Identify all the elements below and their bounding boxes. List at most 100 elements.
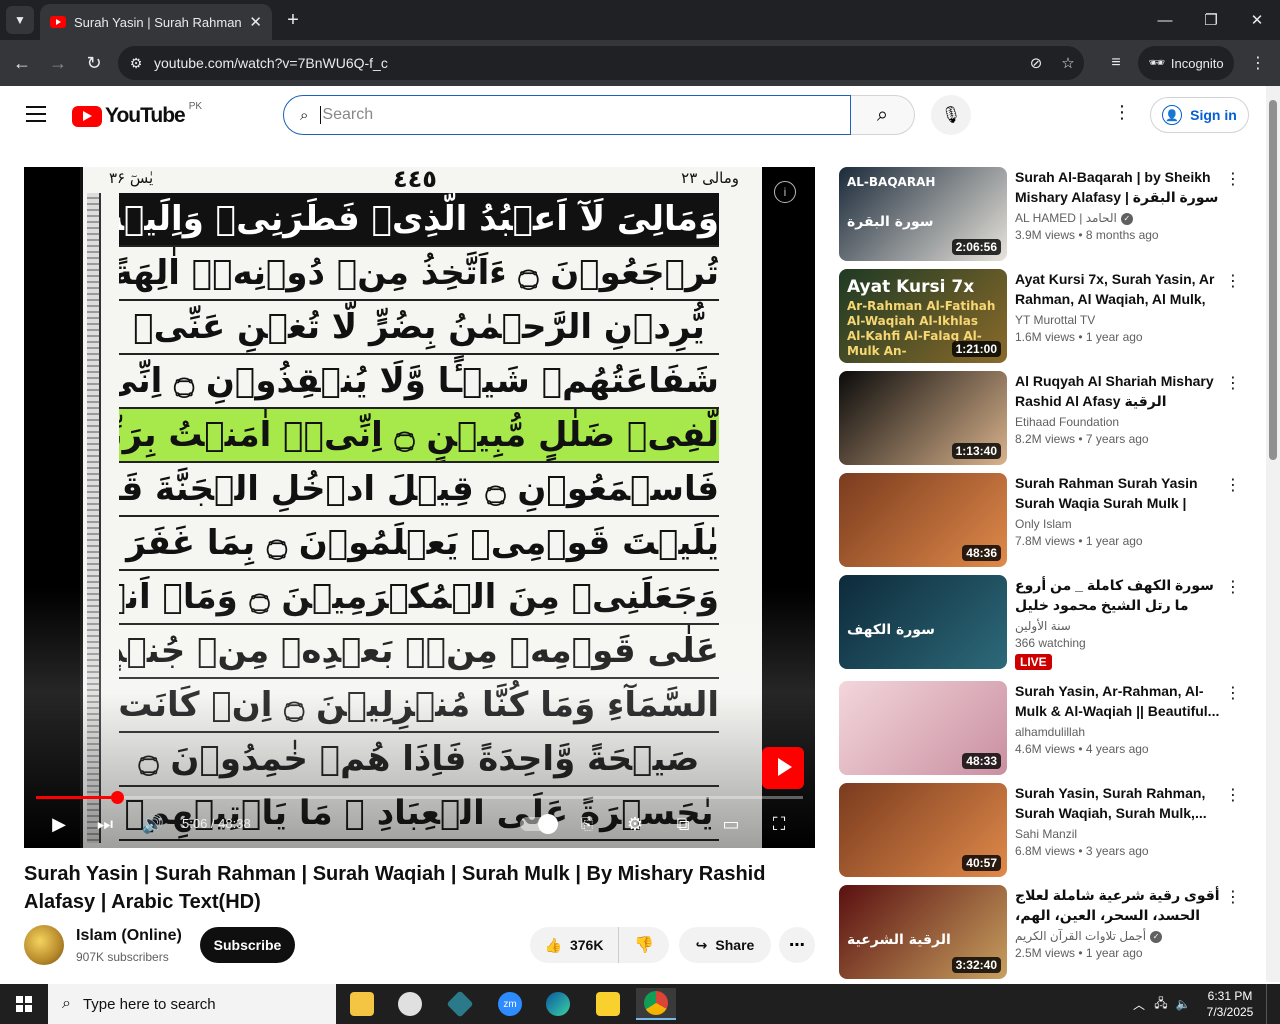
zoom-app[interactable]: zm [490, 988, 530, 1020]
address-bar[interactable]: ⚙ youtube.com/watch?v=7BnWU6Q-f_c ⊘ ☆ [118, 46, 1084, 80]
more-options-icon[interactable]: ⋮ [1223, 169, 1243, 193]
recommendation-channel[interactable]: سنة الأولين [1015, 619, 1221, 633]
scrollbar-thumb[interactable] [1269, 100, 1277, 460]
edge-app[interactable] [538, 988, 578, 1020]
incognito-indicator[interactable]: 🕶 Incognito [1138, 46, 1234, 80]
subscribe-button[interactable]: Subscribe [200, 927, 295, 963]
video-thumbnail[interactable]: 48:36 [839, 473, 1007, 567]
show-desktop-button[interactable] [1266, 984, 1280, 1024]
more-options-icon[interactable]: ⋮ [1223, 475, 1243, 499]
recommendation-item[interactable]: 1:13:40 Al Ruqyah Al Shariah Mishary Rash… [839, 371, 1249, 465]
more-actions-button[interactable]: ⋯ [779, 927, 815, 963]
recommendation-title[interactable]: Surah Rahman Surah Yasin Surah Waqia Sur… [1015, 473, 1221, 513]
more-options-icon[interactable]: ⋮ [1223, 887, 1243, 911]
recommendation-channel[interactable]: Sahi Manzil [1015, 827, 1221, 841]
autoplay-toggle[interactable] [520, 814, 558, 834]
volume-icon[interactable]: 🔈 [1172, 997, 1194, 1011]
dev-app[interactable] [440, 988, 480, 1020]
fullscreen-button[interactable]: ⛶ [764, 807, 794, 841]
progress-scrubber[interactable] [111, 791, 124, 804]
browser-tab-active[interactable]: Surah Yasin | Surah Rahman | Surah Waqia… [40, 4, 272, 40]
paint-app[interactable] [390, 988, 430, 1020]
recommendation-item[interactable]: سورة الكهف سورة الكهف كاملة _ من أروع ما … [839, 575, 1249, 670]
browser-menu-icon[interactable]: ⋮ [1246, 49, 1270, 77]
recommendation-item[interactable]: الرقية الشرعية 3:32:40 أقوى رقية شرعية شام… [839, 885, 1249, 979]
sticky-notes-app[interactable] [588, 988, 628, 1020]
search-button[interactable]: ⌕ [851, 95, 915, 135]
more-options-icon[interactable]: ⋮ [1223, 373, 1243, 397]
taskbar-search-input[interactable]: ⌕ Type here to search [48, 984, 336, 1024]
site-info-icon[interactable]: ⚙ [118, 55, 154, 72]
recommendation-title[interactable]: Ayat Kursi 7x, Surah Yasin, Ar Rahman, A… [1015, 269, 1221, 309]
recommendation-channel[interactable]: Only Islam [1015, 517, 1221, 531]
more-options-icon[interactable]: ⋮ [1223, 785, 1243, 809]
video-player[interactable]: یٰسٓ ۳۶ ٤٤٥ ومالی ۲۳ وَمَالِیَ لَآ اَعۡب… [24, 167, 815, 848]
theater-mode-button[interactable]: ▭ [716, 807, 746, 841]
more-options-icon[interactable]: ⋮ [1223, 577, 1243, 601]
restore-icon[interactable]: ❐ [1188, 0, 1234, 40]
recommendation-title[interactable]: Surah Yasin, Ar-Rahman, Al-Mulk & Al-Waq… [1015, 681, 1221, 721]
recommendation-item[interactable]: Ayat Kursi 7x Ar-Rahman Al-Fatihah Al-Waq… [839, 269, 1249, 363]
more-options-icon[interactable]: ⋮ [1223, 271, 1243, 295]
miniplayer-button[interactable]: ⧉ [668, 807, 698, 841]
video-thumbnail[interactable]: الرقية الشرعية 3:32:40 [839, 885, 1007, 979]
media-controls-icon[interactable]: ≡ [1102, 49, 1130, 77]
recommendation-title[interactable]: Surah Al-Baqarah | by Sheikh Mishary Ala… [1015, 167, 1221, 207]
file-explorer-app[interactable] [342, 988, 382, 1020]
mute-button[interactable]: 🔊 [138, 807, 168, 841]
chevron-up-icon[interactable]: ︿ [1128, 996, 1150, 1013]
video-thumbnail[interactable]: سورة الكهف [839, 575, 1007, 669]
search-input[interactable]: ⌕ Search [283, 95, 851, 135]
close-tab-icon[interactable]: ✕ [249, 13, 262, 31]
recommendation-item[interactable]: AL-BAQARAH سورة البقرة 2:06:56 Surah Al-Baq… [839, 167, 1249, 261]
close-window-icon[interactable]: ✕ [1234, 0, 1280, 40]
more-options-icon[interactable]: ⋮ [1223, 683, 1243, 707]
dislike-button[interactable]: 👎 [619, 927, 669, 963]
settings-menu-icon[interactable]: ⋮ [1110, 102, 1134, 126]
next-button[interactable]: ⏭ [90, 807, 120, 841]
back-button[interactable]: ← [8, 49, 36, 77]
recommendation-title[interactable]: أقوى رقية شرعية شاملة لعلاج الحسد، السحر… [1015, 885, 1221, 925]
taskbar-clock[interactable]: 6:31 PM 7/3/2025 [1194, 988, 1266, 1020]
progress-bar[interactable] [36, 791, 803, 804]
channel-avatar[interactable] [24, 925, 64, 965]
minimize-icon[interactable]: — [1142, 0, 1188, 40]
recommendation-channel[interactable]: أجمل تلاوات القرآن الكريم ✓ [1015, 929, 1221, 943]
recommendation-item[interactable]: 40:57 Surah Yasin, Surah Rahman, Surah Wa… [839, 783, 1249, 877]
settings-button[interactable]: ⚙ [620, 807, 650, 841]
chrome-app[interactable] [636, 988, 676, 1020]
recommendation-title[interactable]: Al Ruqyah Al Shariah Mishary Rashid Al A… [1015, 371, 1221, 411]
video-thumbnail[interactable]: 1:13:40 [839, 371, 1007, 465]
recommendation-channel[interactable]: Etihaad Foundation [1015, 415, 1221, 429]
recommendation-title[interactable]: سورة الكهف كاملة _ من أروع ما رتل الشيخ … [1015, 575, 1221, 615]
share-button[interactable]: ↪ Share [679, 927, 771, 963]
tab-search-button[interactable]: ▼ [6, 6, 34, 34]
info-icon[interactable]: i [774, 181, 796, 203]
sign-in-button[interactable]: 👤 Sign in [1150, 97, 1249, 133]
eye-off-icon[interactable]: ⊘ [1020, 54, 1052, 72]
network-icon[interactable]: 🖧 [1150, 994, 1172, 1015]
recommendation-title[interactable]: Surah Yasin, Surah Rahman, Surah Waqiah,… [1015, 783, 1221, 823]
recommendation-channel[interactable]: YT Murottal TV [1015, 313, 1221, 327]
captions-button[interactable]: ⎘ [572, 807, 602, 841]
recommendation-channel[interactable]: AL HAMED | الحامد ✓ [1015, 211, 1221, 225]
channel-name[interactable]: Islam (Online) [76, 927, 182, 945]
bookmark-star-icon[interactable]: ☆ [1052, 54, 1084, 72]
video-thumbnail[interactable]: AL-BAQARAH سورة البقرة 2:06:56 [839, 167, 1007, 261]
video-thumbnail[interactable]: 40:57 [839, 783, 1007, 877]
recommendation-item[interactable]: 48:36 Surah Rahman Surah Yasin Surah Waqi… [839, 473, 1249, 567]
start-button[interactable] [0, 984, 48, 1024]
menu-icon[interactable] [26, 106, 46, 122]
youtube-logo[interactable]: YouTube PK [72, 101, 202, 128]
recommendation-channel[interactable]: alhamdulillah [1015, 725, 1221, 739]
like-button[interactable]: 👍 376K [530, 927, 619, 963]
voice-search-button[interactable]: 🎙 [931, 95, 971, 135]
video-thumbnail[interactable]: Ayat Kursi 7x Ar-Rahman Al-Fatihah Al-Waq… [839, 269, 1007, 363]
new-tab-button[interactable]: + [282, 8, 304, 32]
play-button[interactable]: ▶ [44, 807, 74, 841]
video-thumbnail[interactable]: 48:33 [839, 681, 1007, 775]
forward-button[interactable]: → [44, 49, 72, 77]
page-scrollbar[interactable] [1266, 86, 1280, 982]
recommendation-item[interactable]: 48:33 Surah Yasin, Ar-Rahman, Al-Mulk & A… [839, 681, 1249, 775]
reload-button[interactable]: ↻ [80, 49, 108, 77]
